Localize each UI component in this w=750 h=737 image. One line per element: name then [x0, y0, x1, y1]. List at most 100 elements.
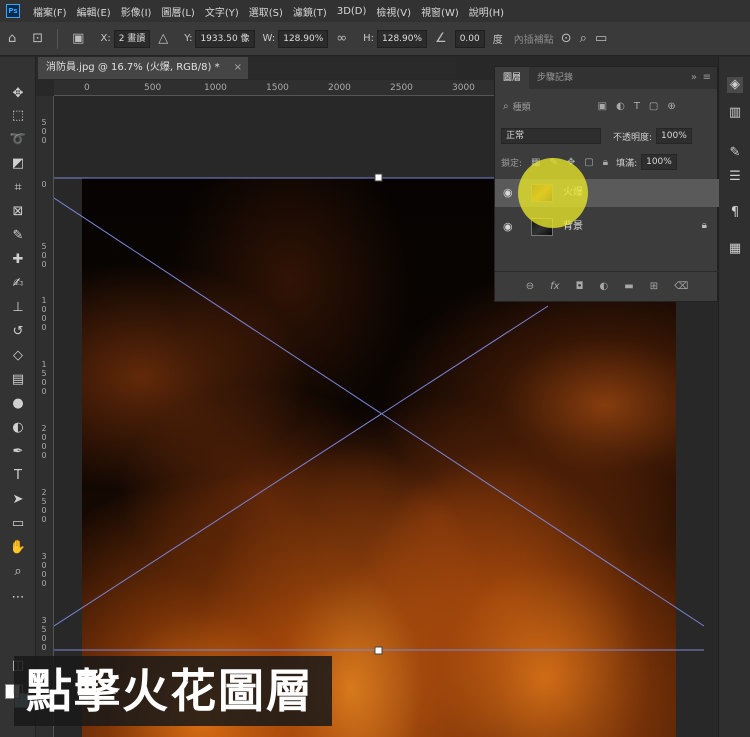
layer-filter-row: ⌕ 種類 ▣ ◐ T ▢ ⊕ — [501, 97, 676, 115]
delta-icon[interactable]: △ — [158, 31, 168, 46]
panel-menu-icon[interactable]: ≡ — [703, 67, 711, 89]
lock-image-icon[interactable]: ✎ — [550, 157, 558, 168]
history-panel-icon[interactable]: ▥ — [727, 105, 743, 121]
ruler-label: 2 5 0 0 — [41, 488, 47, 524]
mask-icon[interactable]: ◘ — [576, 281, 584, 292]
menu-window[interactable]: 視窗(W) — [416, 4, 464, 19]
pen-tool-icon[interactable]: ✒ — [9, 443, 27, 461]
angle-field[interactable]: 0.00 — [454, 29, 485, 48]
eye-icon[interactable]: ◉ — [503, 221, 513, 233]
link-icon[interactable]: ⊖ — [526, 281, 534, 292]
zoom-tool-icon[interactable]: ⌕ — [9, 563, 27, 581]
link-proportions-icon[interactable]: ∞ — [336, 31, 347, 46]
transform-handle-top[interactable] — [374, 173, 383, 182]
paragraph-panel-icon[interactable]: ¶ — [727, 205, 743, 221]
warp-icon[interactable]: ⊙ — [561, 31, 572, 46]
layer-row-sparks[interactable]: ◉ 火爆 — [495, 179, 719, 207]
menu-view[interactable]: 檢視(V) — [371, 4, 416, 19]
w-field[interactable]: 128.90% — [278, 29, 329, 48]
brush-tool-icon[interactable]: ✍ — [9, 275, 27, 293]
trash-icon[interactable]: ⌫ — [674, 281, 688, 292]
lock-transparent-icon[interactable]: ▦ — [531, 157, 540, 168]
new-layer-icon[interactable]: ⊞ — [650, 281, 658, 292]
type-tool-icon[interactable]: T — [9, 467, 27, 485]
adjustment-icon[interactable]: ◐ — [600, 281, 609, 292]
x-field[interactable]: 2 畫讀 — [113, 29, 151, 48]
hand-tool-icon[interactable]: ✋ — [9, 539, 27, 557]
blur-tool-icon[interactable]: ● — [9, 395, 27, 413]
y-field[interactable]: 1933.50 像 — [195, 29, 255, 48]
gradient-tool-icon[interactable]: ▤ — [9, 371, 27, 389]
filter-adjust-icon[interactable]: ◐ — [616, 101, 625, 112]
move-tool-icon[interactable]: ✥ — [9, 85, 27, 103]
layer-kind-filter[interactable]: 種類 — [513, 100, 531, 113]
h-label: H: — [363, 33, 374, 44]
history-brush-tool-icon[interactable]: ↺ — [9, 323, 27, 341]
layers-panel-icon[interactable]: ◈ — [727, 77, 743, 93]
filter-type-icon[interactable]: T — [634, 101, 640, 112]
menu-type[interactable]: 文字(Y) — [200, 4, 244, 19]
lock-position-icon[interactable]: ✥ — [567, 157, 575, 168]
menu-image[interactable]: 影像(I) — [116, 4, 157, 19]
menu-file[interactable]: 檔案(F) — [28, 4, 72, 19]
home-icon[interactable]: ⌂ — [8, 31, 16, 46]
blend-mode-select[interactable]: 正常 — [501, 128, 601, 144]
group-icon[interactable]: ▬ — [624, 281, 633, 292]
dodge-tool-icon[interactable]: ◐ — [9, 419, 27, 437]
path-select-tool-icon[interactable]: ➤ — [9, 491, 27, 509]
transform-tool-icon[interactable]: ⊡ — [32, 31, 43, 46]
close-tab-icon[interactable]: × — [234, 57, 242, 79]
crop-tool-icon[interactable]: ⌗ — [9, 179, 27, 197]
opacity-field[interactable]: 100% — [656, 128, 692, 144]
ruler-label: 1 0 0 0 — [41, 296, 47, 332]
search-icon[interactable]: ⌕ — [580, 31, 587, 46]
lock-all-icon[interactable]: 🔒︎ — [603, 157, 608, 168]
layer-row-background[interactable]: ◉ 背景 🔒︎ — [495, 213, 719, 241]
interpolation-label[interactable]: 內插補點 — [514, 31, 554, 46]
filter-shape-icon[interactable]: ▢ — [649, 101, 658, 112]
frame-tool-icon[interactable]: ⊠ — [9, 203, 27, 221]
x-label: X: — [100, 33, 111, 44]
angle-unit: 度 — [492, 35, 503, 46]
adjustments-panel-icon[interactable]: ☰ — [727, 169, 743, 185]
layer-thumbnail — [531, 218, 553, 236]
menu-select[interactable]: 選取(S) — [244, 4, 288, 19]
reference-point-icon[interactable]: ▣ — [72, 31, 84, 46]
document-tab[interactable]: 消防員.jpg @ 16.7% (火爆, RGB/8) * × — [38, 57, 248, 79]
stamp-tool-icon[interactable]: ⊥ — [9, 299, 27, 317]
menu-help[interactable]: 說明(H) — [464, 4, 509, 19]
fx-icon[interactable]: fx — [550, 281, 559, 292]
menu-3d[interactable]: 3D(D) — [332, 6, 372, 17]
tab-layers[interactable]: 圖層 — [495, 67, 530, 89]
more-tools-icon[interactable]: ⋯ — [9, 589, 27, 607]
ruler-vertical[interactable]: 5 0 0 0 5 0 0 1 0 0 0 1 5 0 0 2 0 0 0 2 … — [36, 96, 54, 737]
eraser-tool-icon[interactable]: ◇ — [9, 347, 27, 365]
eye-icon[interactable]: ◉ — [503, 187, 513, 199]
tab-history[interactable]: 步驟記錄 — [529, 67, 581, 89]
photoshop-logo-icon: Ps — [6, 4, 20, 18]
transform-handle-bottom[interactable] — [374, 646, 383, 655]
layers-panel-tabs: 圖層 步驟記錄 » ≡ — [495, 67, 717, 89]
marquee-tool-icon[interactable]: ⬚ — [9, 107, 27, 125]
lock-artboard-icon[interactable]: ▢ — [584, 157, 593, 168]
blend-row: 正常 不透明度: 100% — [501, 127, 692, 145]
filter-smart-icon[interactable]: ⊕ — [667, 101, 675, 112]
fill-field[interactable]: 100% — [641, 154, 677, 170]
collapse-icon[interactable]: » — [691, 67, 697, 89]
lasso-tool-icon[interactable]: ➰ — [9, 131, 27, 149]
filter-pixel-icon[interactable]: ▣ — [598, 101, 607, 112]
menu-filter[interactable]: 濾鏡(T) — [288, 4, 332, 19]
rectangle-tool-icon[interactable]: ▭ — [9, 515, 27, 533]
healing-brush-tool-icon[interactable]: ✚ — [9, 251, 27, 269]
opacity-label: 不透明度: — [613, 132, 653, 143]
brush-panel-icon[interactable]: ✎ — [727, 145, 743, 161]
workspace-icon[interactable]: ▭ — [595, 31, 607, 46]
lock-label: 鎖定: — [501, 158, 523, 169]
eyedropper-tool-icon[interactable]: ✎ — [9, 227, 27, 245]
libraries-panel-icon[interactable]: ▦ — [727, 241, 743, 257]
lock-row: 鎖定: ▦ ✎ ✥ ▢ 🔒︎ 填滿: 100% — [501, 153, 677, 171]
menu-layer[interactable]: 圖層(L) — [156, 4, 199, 19]
quick-select-tool-icon[interactable]: ◩ — [9, 155, 27, 173]
menu-edit[interactable]: 編輯(E) — [72, 4, 116, 19]
h-field[interactable]: 128.90% — [377, 29, 428, 48]
